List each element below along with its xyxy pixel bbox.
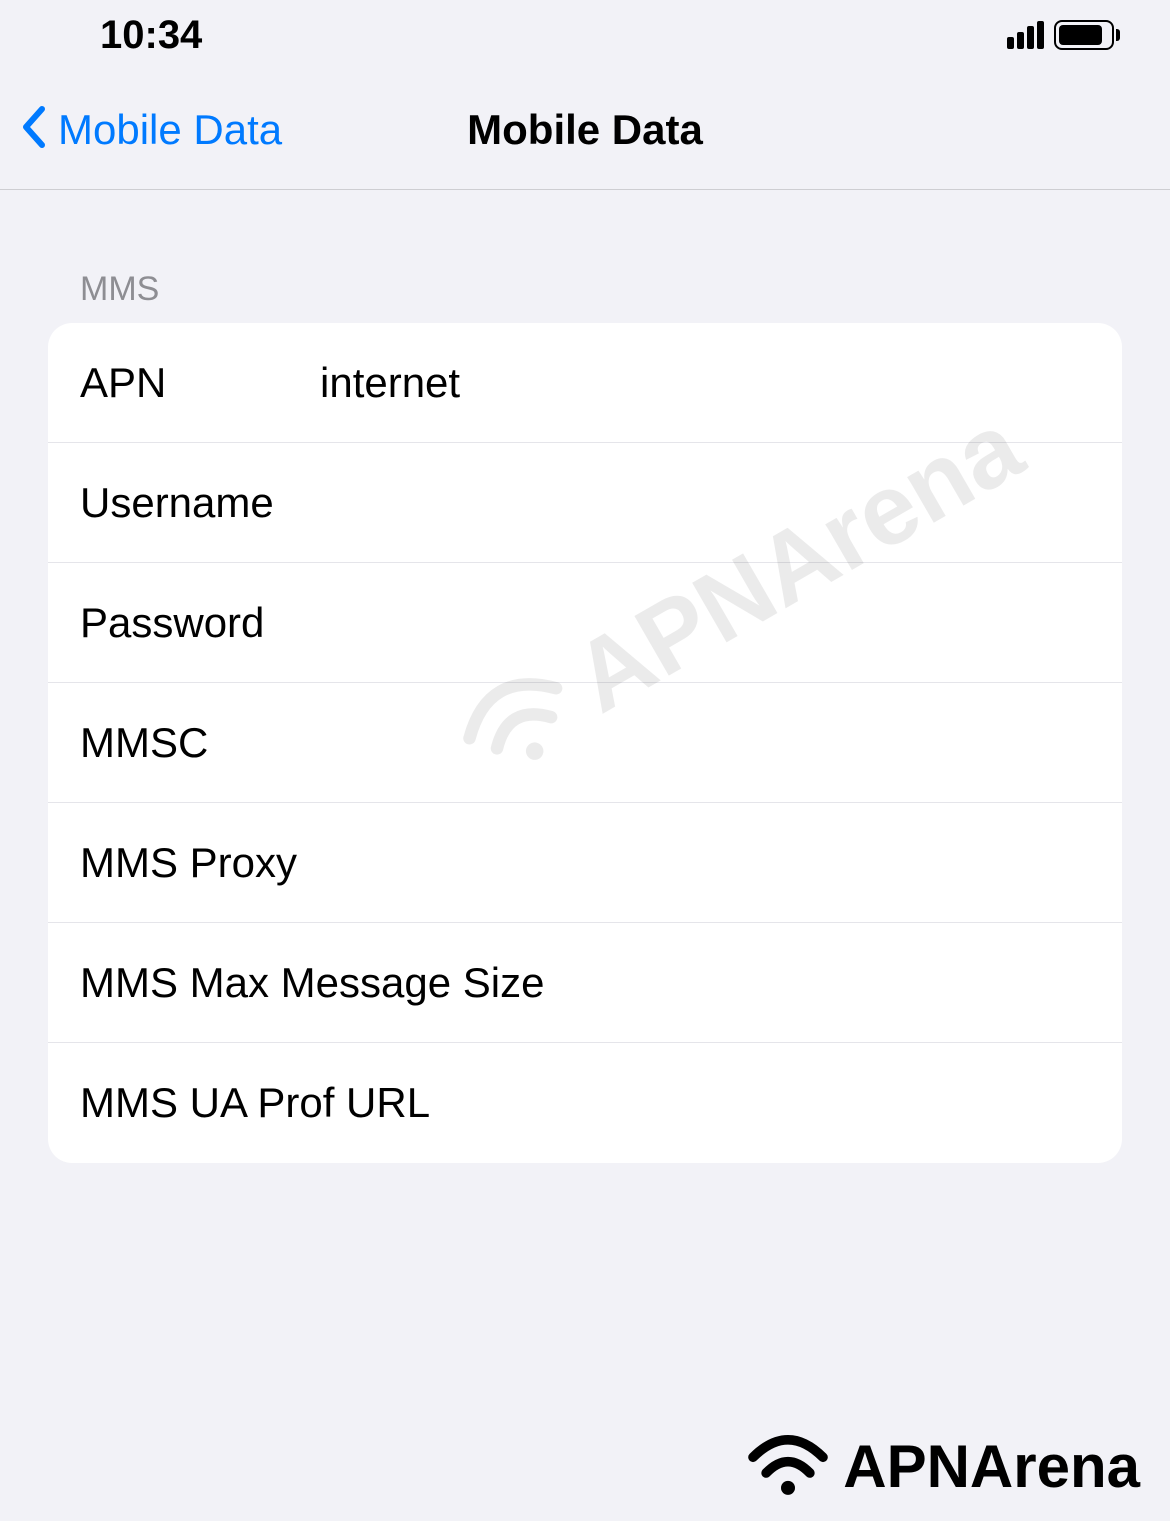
status-indicators [1007, 20, 1120, 50]
apn-label: APN [80, 359, 320, 407]
navigation-bar: Mobile Data Mobile Data [0, 70, 1170, 190]
back-label: Mobile Data [58, 106, 282, 154]
mms-ua-prof-url-input[interactable] [549, 1079, 1122, 1127]
password-row[interactable]: Password [48, 563, 1122, 683]
mms-ua-prof-url-label: MMS UA Prof URL [80, 1079, 549, 1127]
battery-icon [1054, 20, 1120, 50]
footer-logo-text: APNArena [843, 1432, 1140, 1501]
status-time: 10:34 [100, 13, 202, 58]
status-bar: 10:34 [0, 0, 1170, 70]
mms-proxy-label: MMS Proxy [80, 839, 549, 887]
footer-logo: APNArena [743, 1431, 1140, 1501]
mms-settings-group: APN Username Password MMSC MMS Proxy MMS… [48, 323, 1122, 1163]
section-header-mms: MMS [48, 270, 1122, 309]
password-label: Password [80, 599, 320, 647]
username-label: Username [80, 479, 320, 527]
wifi-icon [743, 1431, 833, 1501]
back-button[interactable]: Mobile Data [20, 102, 282, 158]
mms-max-size-label: MMS Max Message Size [80, 959, 549, 1007]
mms-max-size-row[interactable]: MMS Max Message Size [48, 923, 1122, 1043]
content-area: MMS APN Username Password MMSC MMS Proxy [0, 190, 1170, 1163]
apn-input[interactable] [320, 359, 1122, 407]
mmsc-input[interactable] [320, 719, 1122, 767]
mms-max-size-input[interactable] [549, 959, 1122, 1007]
chevron-left-icon [20, 102, 50, 158]
mmsc-label: MMSC [80, 719, 320, 767]
username-row[interactable]: Username [48, 443, 1122, 563]
password-input[interactable] [320, 599, 1122, 647]
cellular-signal-icon [1007, 21, 1044, 49]
apn-row[interactable]: APN [48, 323, 1122, 443]
username-input[interactable] [320, 479, 1122, 527]
mms-ua-prof-url-row[interactable]: MMS UA Prof URL [48, 1043, 1122, 1163]
page-title: Mobile Data [467, 106, 703, 154]
mms-proxy-input[interactable] [549, 839, 1122, 887]
mms-proxy-row[interactable]: MMS Proxy [48, 803, 1122, 923]
mmsc-row[interactable]: MMSC [48, 683, 1122, 803]
